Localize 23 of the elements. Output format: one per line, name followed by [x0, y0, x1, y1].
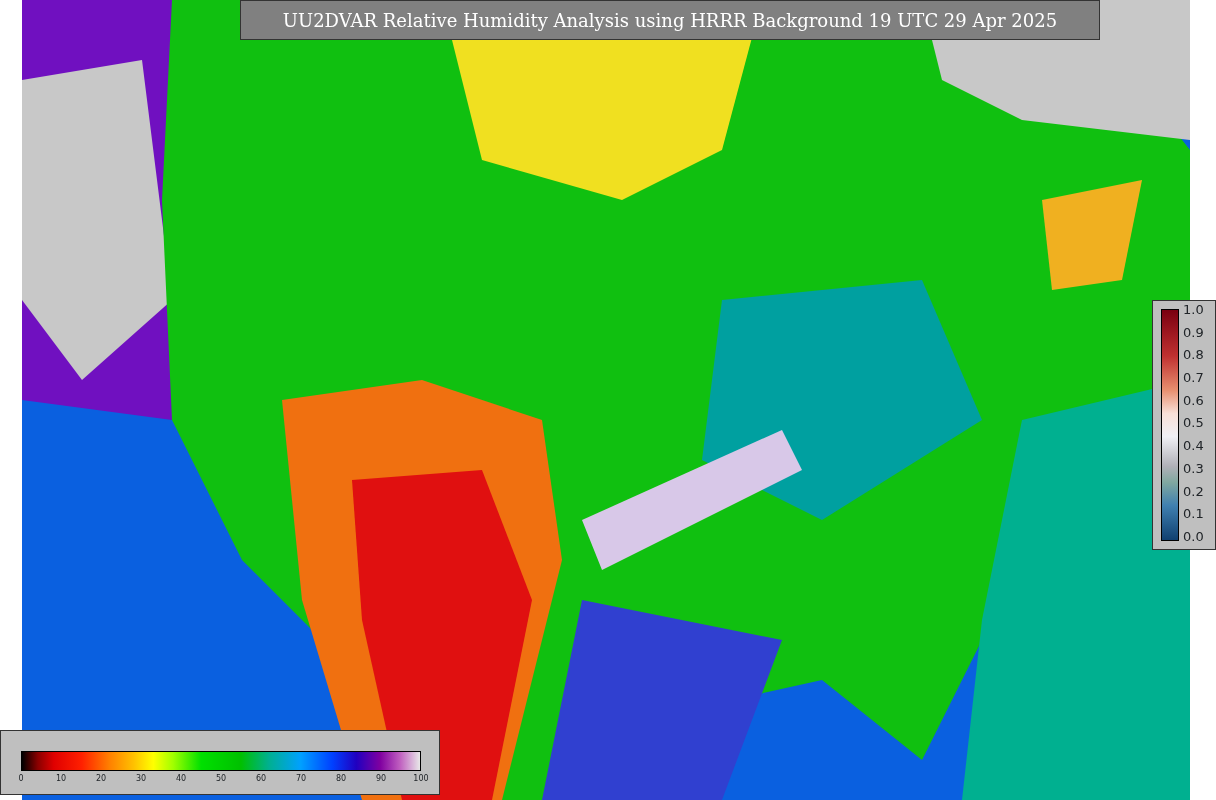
map-title: UU2DVAR Relative Humidity Analysis using HRRR Background 19 UTC 29 Apr 2025	[240, 0, 1100, 40]
tick-label: 0.5	[1183, 416, 1204, 430]
tick-label: 0.0	[1183, 529, 1204, 543]
tick-label: 10	[55, 775, 67, 783]
tick-label: 40	[175, 775, 187, 783]
tick-label: 0.1	[1183, 507, 1204, 521]
tick-label: 0.8	[1183, 348, 1204, 362]
tick-label: 0.3	[1183, 461, 1204, 475]
tick-label: 0.6	[1183, 393, 1204, 407]
tick-label: 0	[18, 775, 24, 783]
tick-label: 70	[295, 775, 307, 783]
tick-label: 80	[335, 775, 347, 783]
tick-label: 90	[375, 775, 387, 783]
tick-label: 0.9	[1183, 325, 1204, 339]
tick-label: 0.4	[1183, 439, 1204, 453]
tick-label: 0.7	[1183, 371, 1204, 385]
tick-label: 30	[135, 775, 147, 783]
tick-label: 0.2	[1183, 484, 1204, 498]
tick-label: 1.0	[1183, 303, 1204, 316]
tick-label: 20	[95, 775, 107, 783]
tick-label: 60	[255, 775, 267, 783]
tick-label: 50	[215, 775, 227, 783]
tick-label: 100	[413, 775, 429, 783]
